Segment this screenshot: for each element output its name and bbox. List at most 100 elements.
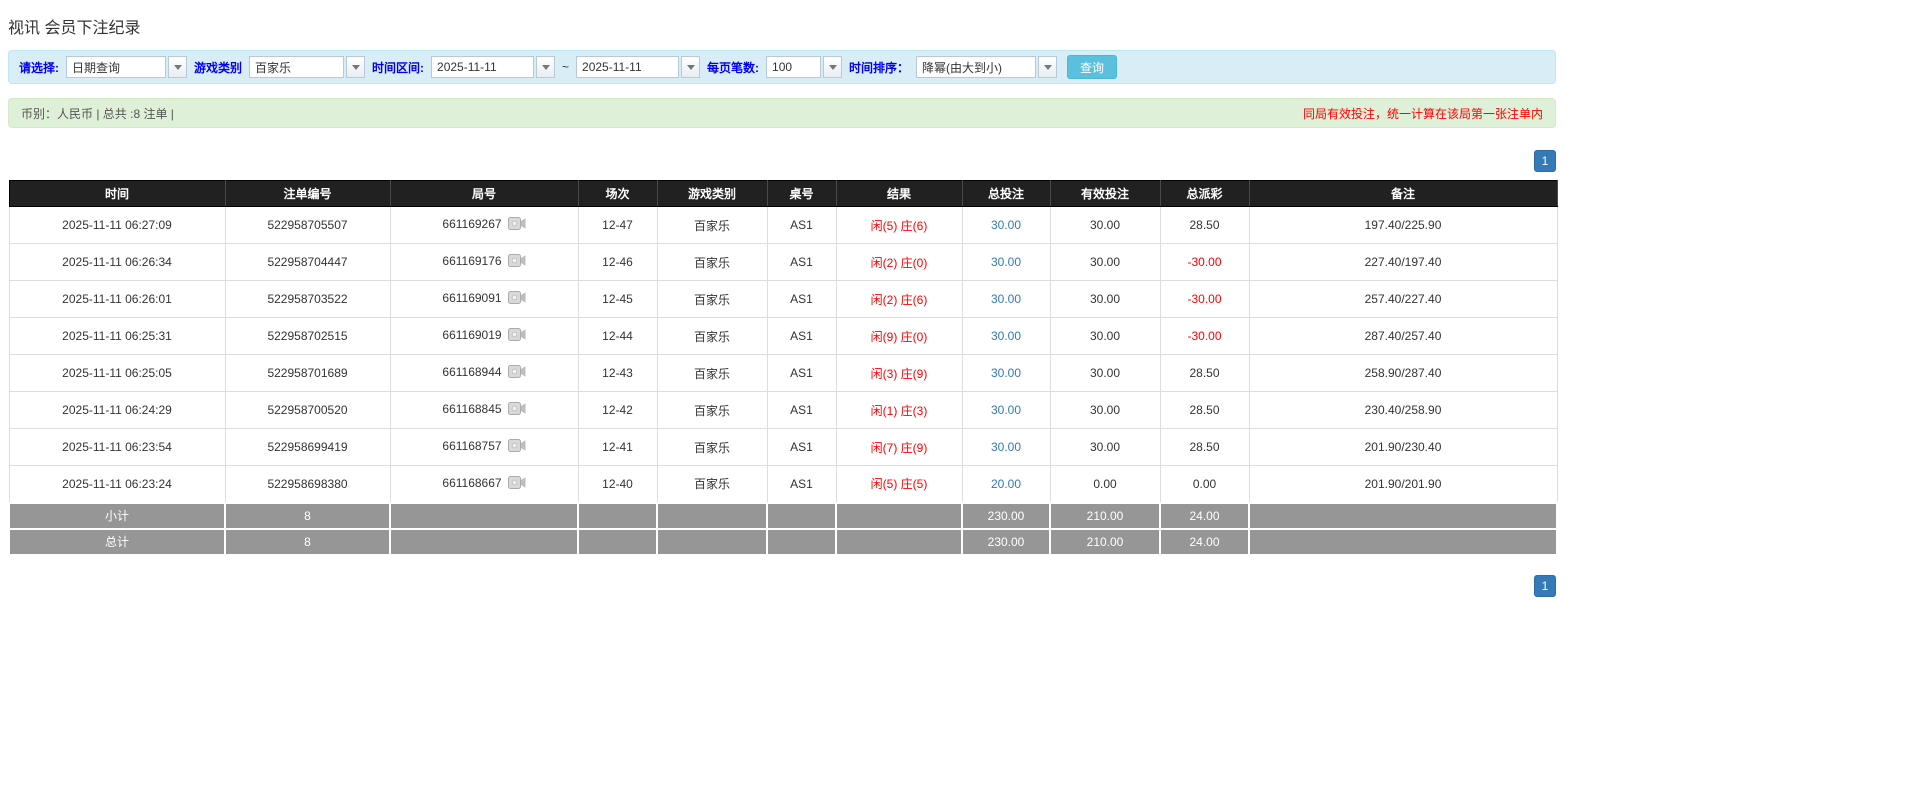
round-cell: 661168757 <box>390 429 578 466</box>
bet-id-cell: 522958703522 <box>225 281 390 318</box>
result-cell: 闲(3) 庄(9) <box>836 355 962 392</box>
bet-id-cell: 522958698380 <box>225 466 390 503</box>
video-replay-icon[interactable] <box>508 254 526 270</box>
table-body: 2025-11-11 06:27:09522958705507661169267… <box>9 207 1557 503</box>
total-bet-link[interactable]: 30.00 <box>991 440 1021 454</box>
pagination-page-button[interactable]: 1 <box>1534 575 1556 597</box>
total-count: 8 <box>225 529 390 555</box>
subtotal-row: 小计 8 230.00 210.00 24.00 <box>9 503 1557 529</box>
note-cell: 230.40/258.90 <box>1249 392 1557 429</box>
total-valid-bet: 210.00 <box>1050 529 1160 555</box>
total-bet-link[interactable]: 30.00 <box>991 366 1021 380</box>
game-type-label: 游戏类别 <box>194 59 242 76</box>
empty-cell <box>836 503 962 529</box>
payout-cell: 28.50 <box>1160 392 1249 429</box>
session-cell: 12-45 <box>578 281 657 318</box>
page-size-input[interactable] <box>766 56 821 78</box>
game-type-input[interactable] <box>249 56 344 78</box>
total-payout: 24.00 <box>1160 529 1249 555</box>
round-id: 661169267 <box>442 217 501 231</box>
column-header: 桌号 <box>767 181 836 207</box>
bet-records-table: 时间注单编号局号场次游戏类别桌号结果总投注有效投注总派彩备注 2025-11-1… <box>8 180 1558 556</box>
sort-order-dropdown-button[interactable] <box>1038 56 1057 78</box>
session-cell: 12-42 <box>578 392 657 429</box>
note-cell: 201.90/230.40 <box>1249 429 1557 466</box>
total-bet-link[interactable]: 30.00 <box>991 218 1021 232</box>
result-player: 闲(9) <box>871 330 898 344</box>
video-replay-icon[interactable] <box>508 439 526 455</box>
total-label: 总计 <box>9 529 225 555</box>
column-header: 总投注 <box>962 181 1050 207</box>
column-header: 局号 <box>390 181 578 207</box>
empty-cell <box>1249 529 1557 555</box>
sort-order-label: 时间排序： <box>849 59 909 76</box>
round-cell: 661169267 <box>390 207 578 244</box>
pagination-top: 1 <box>8 150 1556 172</box>
round-id: 661168944 <box>442 365 501 379</box>
video-replay-icon[interactable] <box>508 328 526 344</box>
round-id: 661168667 <box>442 476 501 490</box>
game-type-dropdown-button[interactable] <box>346 56 365 78</box>
table-id-cell: AS1 <box>767 392 836 429</box>
session-cell: 12-41 <box>578 429 657 466</box>
date-to-input[interactable] <box>576 56 679 78</box>
search-button[interactable]: 查询 <box>1067 55 1117 79</box>
result-player: 闲(2) <box>871 256 898 270</box>
video-replay-icon[interactable] <box>508 365 526 381</box>
game-type-cell: 百家乐 <box>657 466 767 503</box>
table-row: 2025-11-11 06:23:54522958699419661168757… <box>9 429 1557 466</box>
total-bet-link[interactable]: 30.00 <box>991 329 1021 343</box>
total-bet-link[interactable]: 30.00 <box>991 403 1021 417</box>
notice-text: 同局有效投注，统一计算在该局第一张注单内 <box>1303 105 1543 122</box>
empty-cell <box>836 529 962 555</box>
column-header: 注单编号 <box>225 181 390 207</box>
select-mode-dropdown-button[interactable] <box>168 56 187 78</box>
total-bet-link[interactable]: 30.00 <box>991 292 1021 306</box>
video-replay-icon[interactable] <box>508 291 526 307</box>
table-row: 2025-11-11 06:24:29522958700520661168845… <box>9 392 1557 429</box>
column-header: 结果 <box>836 181 962 207</box>
total-bet-cell: 30.00 <box>962 355 1050 392</box>
date-from-input[interactable] <box>431 56 534 78</box>
table-id-cell: AS1 <box>767 466 836 503</box>
empty-cell <box>767 529 836 555</box>
sort-order-input[interactable] <box>916 56 1036 78</box>
result-banker: 庄(5) <box>901 477 928 491</box>
note-cell: 258.90/287.40 <box>1249 355 1557 392</box>
subtotal-label: 小计 <box>9 503 225 529</box>
round-cell: 661169176 <box>390 244 578 281</box>
result-cell: 闲(1) 庄(3) <box>836 392 962 429</box>
subtotal-count: 8 <box>225 503 390 529</box>
bet-id-cell: 522958704447 <box>225 244 390 281</box>
total-bet-link[interactable]: 20.00 <box>991 477 1021 491</box>
page-size-dropdown-button[interactable] <box>823 56 842 78</box>
round-cell: 661168667 <box>390 466 578 503</box>
chevron-down-icon <box>542 65 550 74</box>
select-mode-label: 请选择: <box>19 59 59 76</box>
video-replay-icon[interactable] <box>508 476 526 492</box>
date-to-dropdown-button[interactable] <box>681 56 700 78</box>
result-banker: 庄(9) <box>901 367 928 381</box>
total-bet-link[interactable]: 30.00 <box>991 255 1021 269</box>
pagination-page-button[interactable]: 1 <box>1534 150 1556 172</box>
game-type-cell: 百家乐 <box>657 244 767 281</box>
video-replay-icon[interactable] <box>508 217 526 233</box>
video-replay-icon[interactable] <box>508 402 526 418</box>
table-id-cell: AS1 <box>767 429 836 466</box>
date-from-dropdown-button[interactable] <box>536 56 555 78</box>
payout-cell: 0.00 <box>1160 466 1249 503</box>
empty-cell <box>578 529 657 555</box>
note-cell: 227.40/197.40 <box>1249 244 1557 281</box>
result-player: 闲(2) <box>871 293 898 307</box>
payout-cell: -30.00 <box>1160 318 1249 355</box>
payout-cell: -30.00 <box>1160 281 1249 318</box>
table-id-cell: AS1 <box>767 318 836 355</box>
valid-bet-cell: 0.00 <box>1050 466 1160 503</box>
table-id-cell: AS1 <box>767 355 836 392</box>
range-separator: ~ <box>562 60 569 74</box>
empty-cell <box>390 503 578 529</box>
game-type-cell: 百家乐 <box>657 207 767 244</box>
table-row: 2025-11-11 06:26:34522958704447661169176… <box>9 244 1557 281</box>
select-mode-input[interactable] <box>66 56 166 78</box>
result-cell: 闲(5) 庄(5) <box>836 466 962 503</box>
